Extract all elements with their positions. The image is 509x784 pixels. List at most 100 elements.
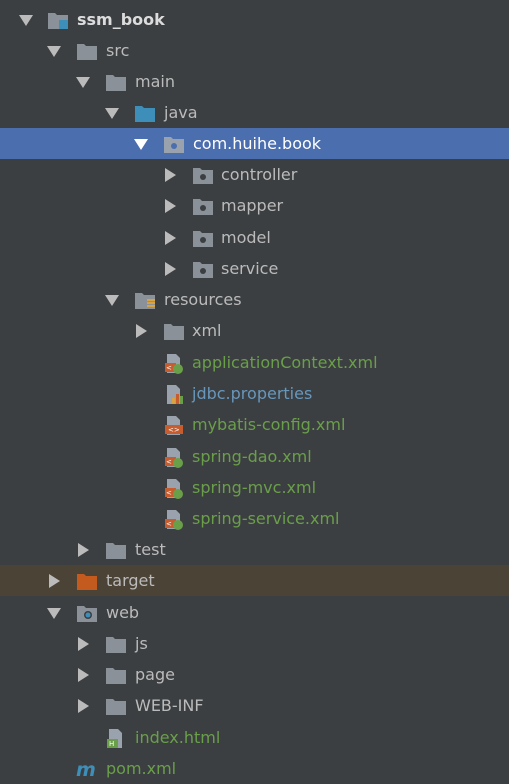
svg-text:<: < (166, 364, 172, 372)
module-folder-icon (47, 10, 69, 30)
tree-node-com-huihe-book[interactable]: com.huihe.book (0, 128, 509, 159)
tree-node-spring-mvc-xml[interactable]: < spring-mvc.xml (0, 472, 509, 503)
folder-icon (105, 665, 127, 685)
folder-icon (105, 540, 127, 560)
folder-icon (105, 634, 127, 654)
package-icon (163, 134, 185, 154)
tree-node-main[interactable]: main (0, 66, 509, 97)
tree-node-label: model (221, 228, 271, 247)
chevron-right-icon[interactable] (76, 667, 90, 682)
source-root-folder-icon (134, 103, 156, 123)
svg-text:<>: <> (168, 426, 180, 434)
tree-node-java[interactable]: java (0, 97, 509, 128)
tree-node-spring-service-xml[interactable]: < spring-service.xml (0, 503, 509, 534)
tree-node-label: applicationContext.xml (192, 353, 378, 372)
properties-file-icon (163, 384, 185, 404)
chevron-down-icon[interactable] (19, 13, 33, 27)
chevron-right-icon[interactable] (163, 230, 177, 245)
tree-node-js[interactable]: js (0, 628, 509, 659)
tree-node-label: com.huihe.book (193, 134, 322, 153)
tree-node-applicationcontext-xml[interactable]: < applicationContext.xml (0, 347, 509, 378)
chevron-right-icon[interactable] (76, 636, 90, 651)
tree-node-label: web (106, 603, 140, 622)
chevron-right-icon[interactable] (163, 261, 177, 276)
spring-xml-icon: < (163, 447, 185, 468)
tree-node-service[interactable]: service (0, 253, 509, 284)
tree-node-xml[interactable]: xml (0, 315, 509, 346)
chevron-right-icon[interactable] (76, 698, 90, 713)
tree-node-index-html[interactable]: H index.html (0, 722, 509, 753)
tree-node-web-inf[interactable]: WEB-INF (0, 690, 509, 721)
tree-node-mapper[interactable]: mapper (0, 190, 509, 221)
tree-node-label: index.html (135, 728, 221, 747)
folder-icon (163, 321, 185, 341)
tree-node-label: jdbc.properties (192, 384, 313, 403)
chevron-right-icon[interactable] (134, 323, 148, 338)
chevron-down-icon[interactable] (47, 44, 61, 58)
folder-icon (105, 72, 127, 92)
package-icon (192, 165, 214, 185)
tree-node-spring-dao-xml[interactable]: < spring-dao.xml (0, 441, 509, 472)
tree-node-ssm-book[interactable]: ssm_book (0, 4, 509, 35)
svg-text:m: m (76, 759, 96, 779)
tree-node-label: test (135, 540, 166, 559)
tree-node-label: xml (192, 321, 222, 340)
html-file-icon: H (105, 728, 127, 748)
svg-text:<: < (166, 489, 172, 497)
tree-node-label: WEB-INF (135, 696, 204, 715)
xml-file-icon: <> (163, 415, 185, 435)
maven-pom-icon: m (76, 759, 98, 781)
excluded-folder-icon (76, 571, 98, 591)
tree-node-label: spring-dao.xml (192, 447, 312, 466)
tree-node-model[interactable]: model (0, 222, 509, 253)
chevron-right-icon[interactable] (76, 542, 90, 557)
chevron-down-icon[interactable] (105, 293, 119, 307)
chevron-right-icon[interactable] (47, 573, 61, 588)
tree-node-controller[interactable]: controller (0, 159, 509, 190)
tree-node-src[interactable]: src (0, 35, 509, 66)
tree-node-label: java (164, 103, 198, 122)
tree-node-resources[interactable]: resources (0, 284, 509, 315)
tree-node-label: mybatis-config.xml (192, 415, 346, 434)
spring-xml-icon: < (163, 509, 185, 530)
folder-icon (76, 41, 98, 61)
folder-icon (105, 696, 127, 716)
tree-node-label: ssm_book (77, 10, 165, 29)
tree-node-label: spring-service.xml (192, 509, 340, 528)
chevron-down-icon[interactable] (76, 75, 90, 89)
project-tree: ssm_book src main java com.huihe.book co… (0, 0, 509, 784)
tree-node-label: controller (221, 165, 298, 184)
tree-node-target[interactable]: target (0, 565, 509, 596)
svg-text:<: < (166, 520, 172, 528)
spring-xml-icon: < (163, 478, 185, 499)
tree-node-label: js (135, 634, 148, 653)
tree-node-pom-xml[interactable]: m pom.xml (0, 753, 509, 784)
tree-node-label: main (135, 72, 175, 91)
web-folder-icon (76, 603, 98, 623)
tree-node-page[interactable]: page (0, 659, 509, 690)
tree-node-label: pom.xml (106, 759, 177, 778)
tree-node-label: resources (164, 290, 242, 309)
package-icon (192, 228, 214, 248)
tree-node-label: service (221, 259, 279, 278)
chevron-right-icon[interactable] (163, 167, 177, 182)
chevron-down-icon[interactable] (105, 106, 119, 120)
tree-node-label: target (106, 571, 155, 590)
tree-node-label: mapper (221, 196, 284, 215)
tree-node-label: src (106, 41, 130, 60)
tree-node-mybatis-config-xml[interactable]: <> mybatis-config.xml (0, 409, 509, 440)
chevron-down-icon[interactable] (47, 606, 61, 620)
tree-node-label: page (135, 665, 175, 684)
tree-node-label: spring-mvc.xml (192, 478, 317, 497)
tree-node-web[interactable]: web (0, 597, 509, 628)
resources-folder-icon (134, 290, 156, 310)
package-icon (192, 259, 214, 279)
spring-xml-icon: < (163, 353, 185, 374)
tree-node-jdbc-properties[interactable]: jdbc.properties (0, 378, 509, 409)
svg-text:H: H (109, 740, 114, 748)
chevron-right-icon[interactable] (163, 198, 177, 213)
package-icon (192, 196, 214, 216)
tree-node-test[interactable]: test (0, 534, 509, 565)
svg-text:<: < (166, 458, 172, 466)
chevron-down-icon[interactable] (134, 137, 148, 151)
